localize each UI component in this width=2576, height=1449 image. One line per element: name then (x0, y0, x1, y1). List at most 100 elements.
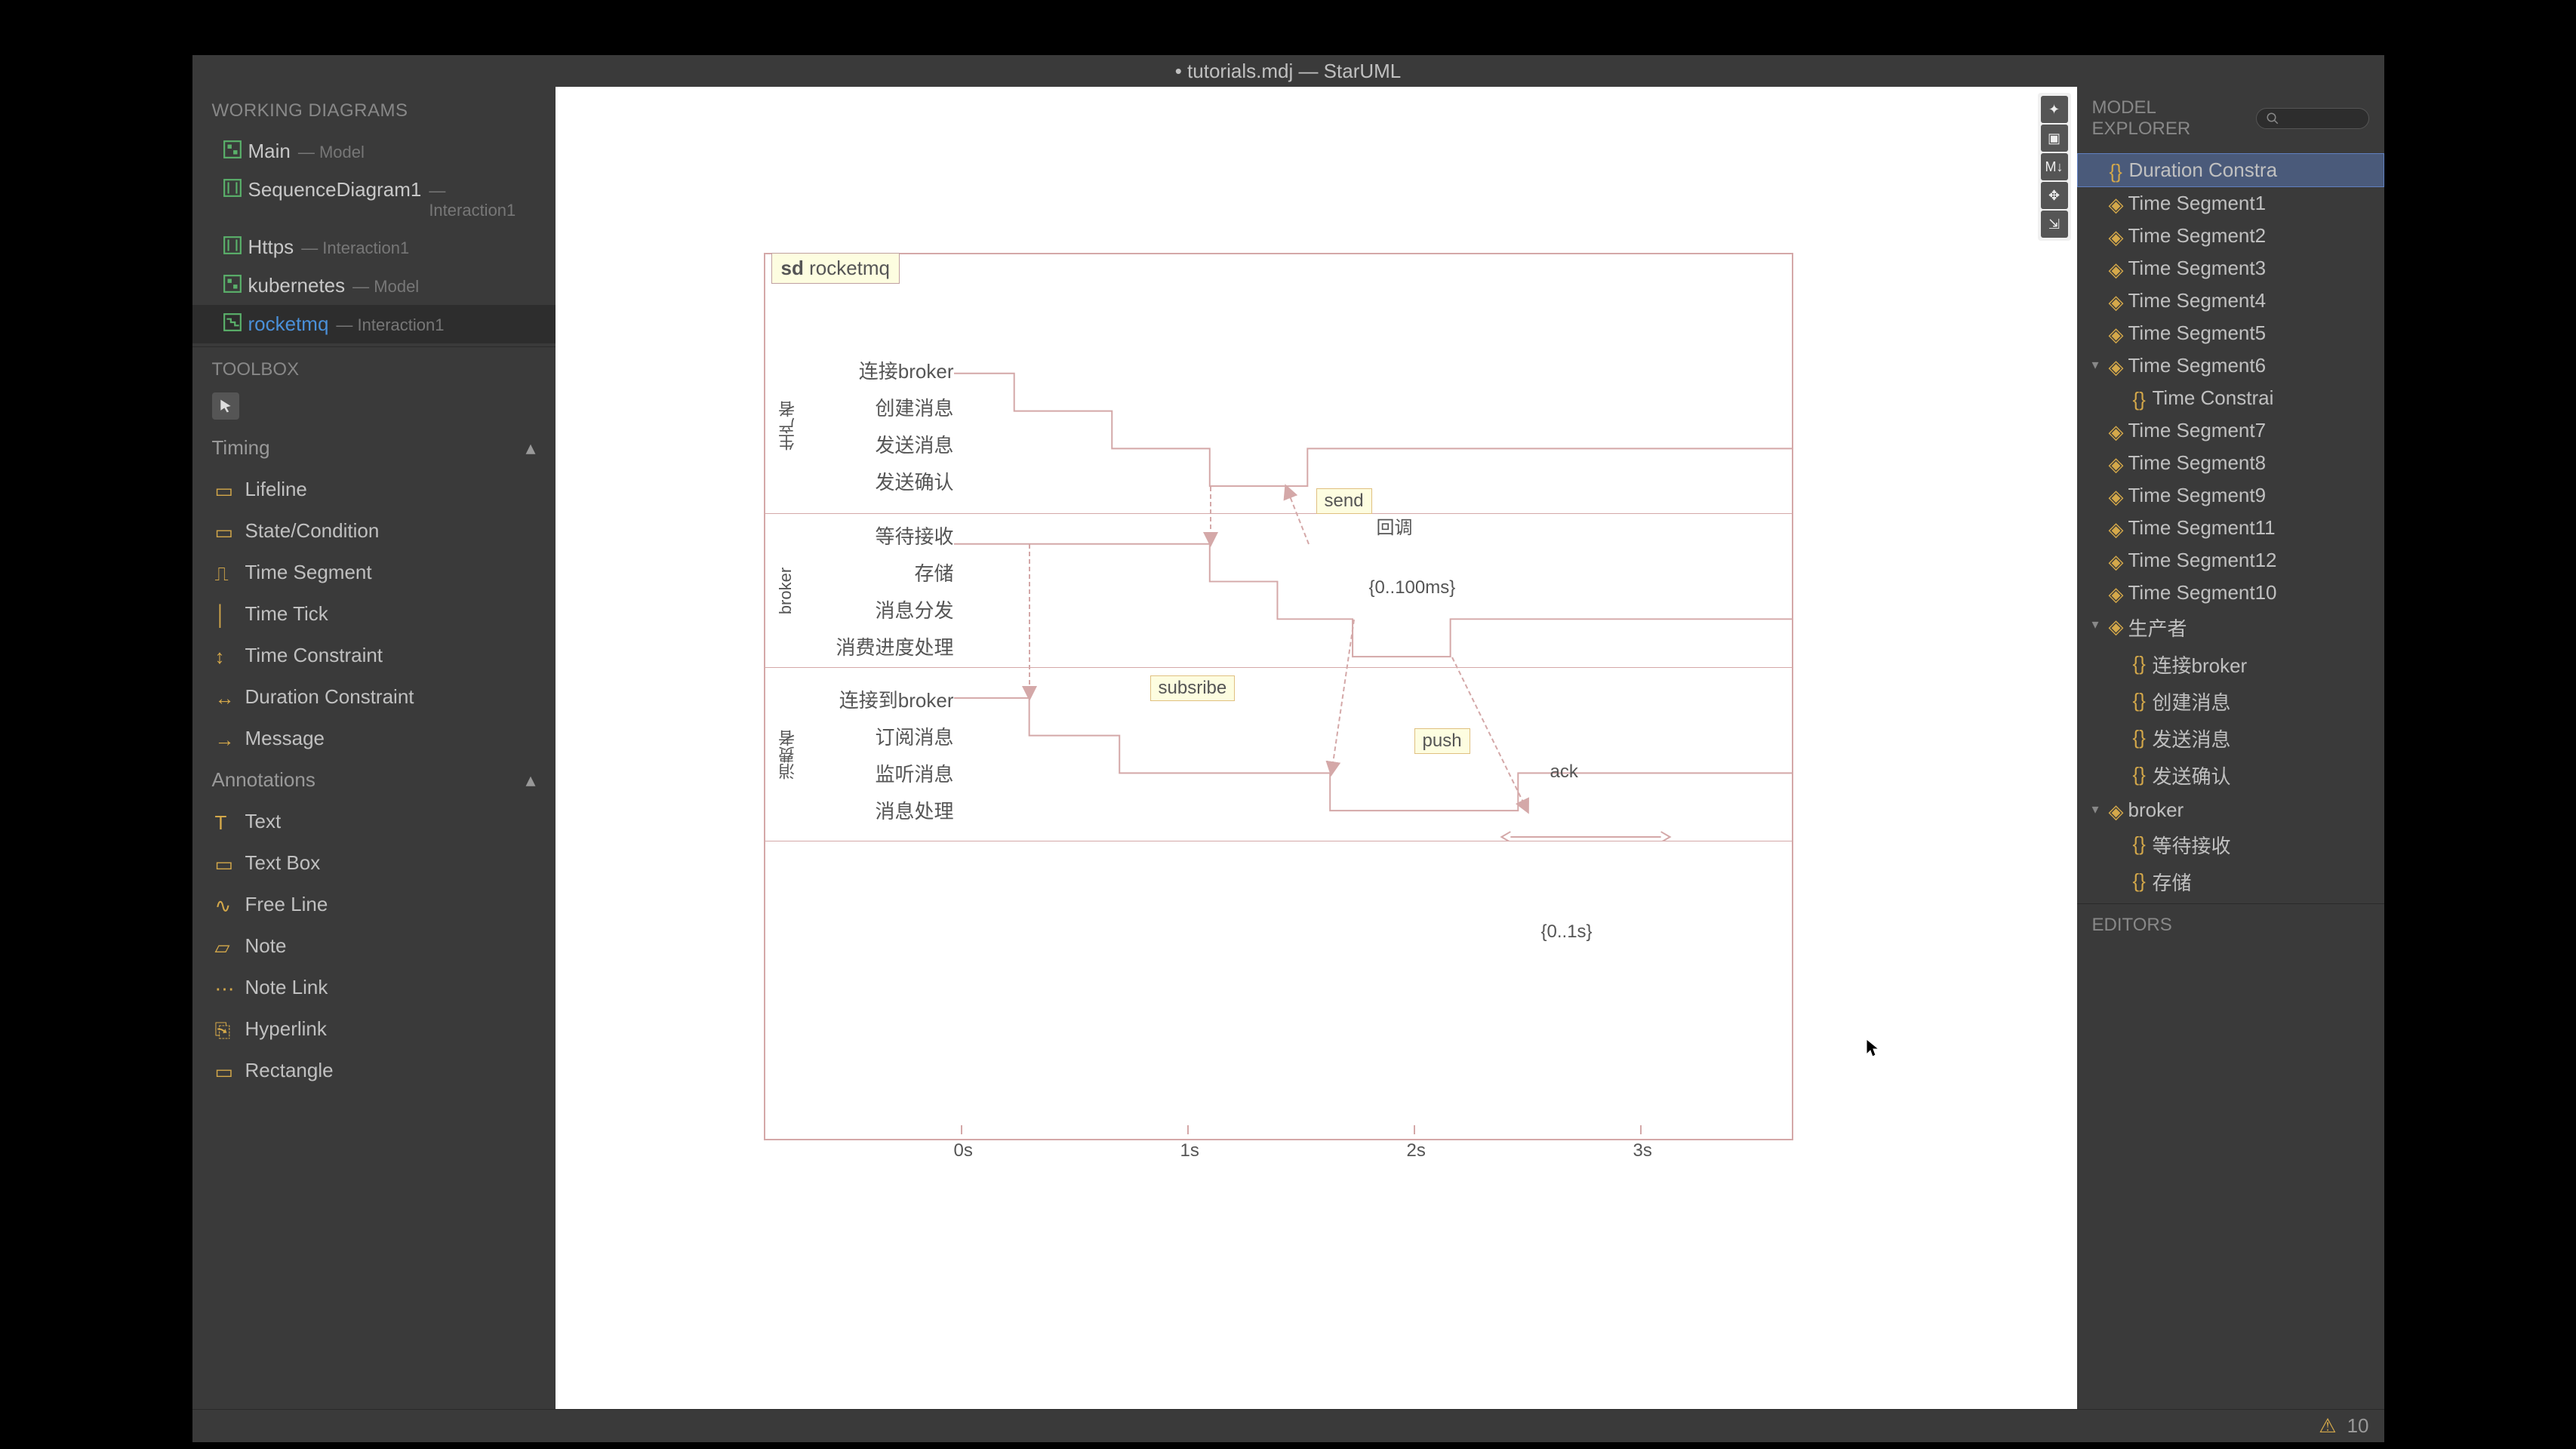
tool-text[interactable]: TText (192, 801, 556, 842)
extension-icon[interactable]: ✦ (2041, 96, 2068, 123)
state-label[interactable]: 连接broker (811, 352, 954, 389)
timing-path[interactable] (954, 668, 1792, 841)
titlebar: • tutorials.mdj — StarUML (192, 55, 2384, 87)
timing-path[interactable] (954, 337, 1792, 513)
tree-item[interactable]: ▾◈生产者 (2077, 609, 2384, 646)
tree-item[interactable]: {}Duration Constra (2077, 153, 2384, 187)
tool-label: Time Constraint (245, 644, 383, 666)
tree-node-icon: ◈ (2109, 453, 2124, 468)
tree-node-icon: ◈ (2109, 550, 2124, 565)
timing-diagram-frame[interactable]: sd rocketmq 生产者 连接broker 创建消息 发送消息 发送确认 (764, 253, 1793, 1140)
tool-select-cursor[interactable] (212, 392, 239, 420)
tool-message[interactable]: →Message (192, 718, 556, 759)
tool-duration-constraint[interactable]: ↔Duration Constraint (192, 676, 556, 718)
duration-constraint-label[interactable]: {0..1s} (1541, 921, 1593, 943)
tree-label: Time Segment9 (2128, 484, 2267, 506)
tree-item[interactable]: ◈Time Segment5 (2077, 317, 2384, 349)
tool-note[interactable]: ▱Note (192, 925, 556, 967)
tree-label: 等待接收 (2153, 835, 2231, 857)
tree-item[interactable]: ◈Time Segment7 (2077, 414, 2384, 447)
toolbox-section-timing[interactable]: Timing ▴ (192, 427, 556, 469)
state-label[interactable]: 发送消息 (811, 426, 954, 463)
tree-item[interactable]: {}存储 (2077, 863, 2384, 900)
locate-icon[interactable]: ✥ (2041, 182, 2068, 209)
lifeline-producer[interactable]: 生产者 连接broker 创建消息 发送消息 发送确认 (765, 337, 1792, 514)
tool-state-condition[interactable]: ▭State/Condition (192, 510, 556, 552)
state-label[interactable]: 发送确认 (811, 463, 954, 500)
lifeline-broker[interactable]: broker 等待接收 存储 消息分发 消费进度处理 (765, 514, 1792, 668)
tree-item[interactable]: ▾◈broker (2077, 794, 2384, 826)
expander-icon[interactable]: ▾ (2092, 801, 2099, 817)
msg-push[interactable]: push (1414, 728, 1470, 754)
tool-hyperlink[interactable]: ⎘Hyperlink (192, 1008, 556, 1050)
time-constraint-label[interactable]: {0..100ms} (1369, 577, 1456, 598)
tree-item[interactable]: ◈Time Segment4 (2077, 285, 2384, 317)
state-label[interactable]: 等待接收 (811, 517, 954, 554)
msg-send[interactable]: send (1316, 488, 1372, 514)
expander-icon[interactable]: ▾ (2092, 357, 2099, 373)
tree-item[interactable]: {}连接broker (2077, 646, 2384, 683)
state-label[interactable]: 消息分发 (811, 591, 954, 628)
lifeline-consumer[interactable]: 消费者 连接到broker 订阅消息 监听消息 消息处理 (765, 668, 1792, 841)
tree-item[interactable]: ◈Time Segment11 (2077, 512, 2384, 544)
image-icon[interactable]: ▣ (2041, 125, 2068, 152)
tool-text-box[interactable]: ▭Text Box (192, 842, 556, 884)
tree-node-icon: ◈ (2109, 291, 2124, 306)
tree-node-icon: ◈ (2109, 420, 2124, 435)
canvas[interactable]: ✦ ▣ M↓ ✥ ⇲ sd rocketmq 生产者 连接broker 创建消息 (556, 87, 2077, 1409)
tree-item[interactable]: {}等待接收 (2077, 826, 2384, 863)
tree-item[interactable]: ◈Time Segment1 (2077, 187, 2384, 220)
state-label[interactable]: 连接到broker (811, 681, 954, 718)
tree-item[interactable]: ◈Time Segment9 (2077, 479, 2384, 512)
tree-item[interactable]: ◈Time Segment3 (2077, 252, 2384, 285)
toolbox-section-annotations[interactable]: Annotations ▴ (192, 759, 556, 801)
diagram-item-main[interactable]: Main — Model (192, 132, 556, 171)
lifeline-title: 消费者 (776, 730, 800, 780)
state-label[interactable]: 消息处理 (811, 792, 954, 829)
tree-node-icon: ◈ (2109, 518, 2124, 533)
diagram-name: Main (248, 140, 291, 163)
diagram-sub: — Interaction1 (336, 315, 444, 335)
tree-item[interactable]: {}创建消息 (2077, 683, 2384, 720)
tree-item[interactable]: ▾◈Time Segment6 (2077, 349, 2384, 382)
explorer-search[interactable] (2256, 108, 2369, 129)
tool-note-link[interactable]: ⋯Note Link (192, 967, 556, 1008)
tree-item[interactable]: ◈Time Segment10 (2077, 577, 2384, 609)
tree-item[interactable]: ◈Time Segment8 (2077, 447, 2384, 479)
tree-item[interactable]: {}发送确认 (2077, 757, 2384, 794)
warning-icon[interactable]: ⚠ (2319, 1414, 2336, 1438)
msg-ack[interactable]: ack (1550, 761, 1578, 783)
segment-icon: ⎍ (215, 562, 233, 580)
state-label[interactable]: 存储 (811, 554, 954, 591)
tick-marks (954, 1125, 1795, 1139)
tool-time-segment[interactable]: ⎍Time Segment (192, 552, 556, 593)
tool-lifeline[interactable]: ▭Lifeline (192, 469, 556, 510)
state-label[interactable]: 订阅消息 (811, 718, 954, 755)
tool-label: Text Box (245, 851, 321, 874)
tool-time-constraint[interactable]: ↕Time Constraint (192, 635, 556, 676)
toolbox-panel: TOOLBOX Timing ▴ ▭Lifeline ▭State/Condit… (192, 346, 556, 1409)
tool-time-tick[interactable]: │Time Tick (192, 593, 556, 635)
msg-callback[interactable]: 回调 (1377, 512, 1413, 539)
tree-item[interactable]: ◈Time Segment12 (2077, 544, 2384, 577)
tree-item[interactable]: {}Time Constrai (2077, 382, 2384, 414)
tree-item[interactable]: ◈Time Segment2 (2077, 220, 2384, 252)
tree-item[interactable]: {}发送消息 (2077, 720, 2384, 757)
zoom-value[interactable]: 10 (2347, 1414, 2369, 1438)
state-label[interactable]: 创建消息 (811, 389, 954, 426)
tool-free-line[interactable]: ∿Free Line (192, 884, 556, 925)
diagram-item-sequence[interactable]: SequenceDiagram1 — Interaction1 (192, 171, 556, 228)
tree-label: Time Constrai (2153, 386, 2274, 409)
markdown-icon[interactable]: M↓ (2041, 153, 2068, 180)
working-diagrams-list: Main — Model SequenceDiagram1 — Interact… (192, 129, 556, 346)
lifeline-title: 生产者 (776, 401, 800, 451)
diagram-item-rocketmq[interactable]: rocketmq — Interaction1 (192, 305, 556, 343)
diagram-item-kubernetes[interactable]: kubernetes — Model (192, 266, 556, 305)
state-label[interactable]: 监听消息 (811, 755, 954, 792)
share-icon[interactable]: ⇲ (2041, 211, 2068, 238)
expander-icon[interactable]: ▾ (2092, 617, 2099, 632)
state-label[interactable]: 消费进度处理 (811, 628, 954, 665)
msg-subscribe[interactable]: subsribe (1150, 675, 1236, 701)
tool-rectangle[interactable]: ▭Rectangle (192, 1050, 556, 1091)
diagram-item-https[interactable]: Https — Interaction1 (192, 228, 556, 266)
